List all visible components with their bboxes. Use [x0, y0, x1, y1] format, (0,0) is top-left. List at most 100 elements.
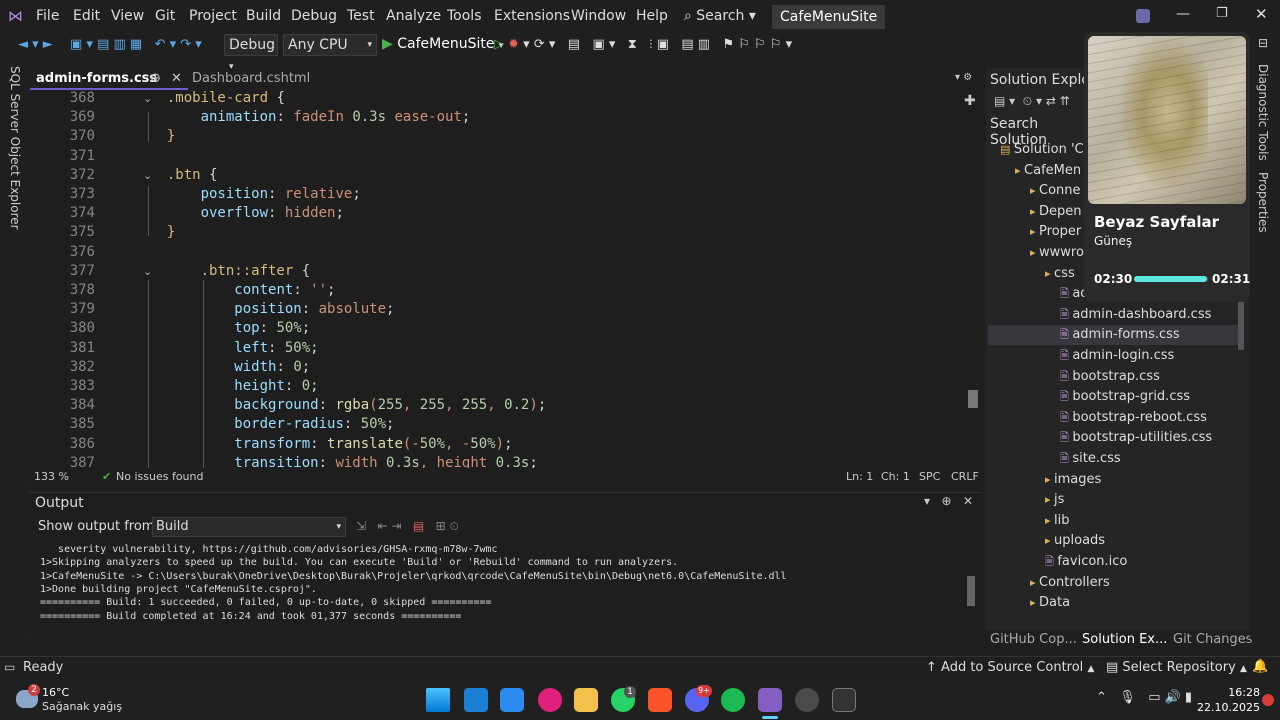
tree-item[interactable]: ▸ css	[1045, 264, 1075, 284]
azure-data-studio-icon[interactable]	[500, 688, 524, 712]
tree-item[interactable]: 🗎 bootstrap-grid.css	[1060, 387, 1190, 407]
menu-project[interactable]: Project	[182, 0, 244, 32]
toolbar-icons-right[interactable]: ▷ ✹ ▾ ⟳ ▾ ▤ ▣ ▾ ⧗ ⫶ ▣ ▤ ▥ ⚑ ⚐ ⚐ ⚐ ▾	[494, 36, 792, 54]
tab-dashboard[interactable]: Dashboard.cshtml	[192, 68, 342, 90]
zoom-level[interactable]: 133 %	[34, 468, 69, 486]
tree-item[interactable]: ▸ images	[1045, 470, 1101, 490]
code-line[interactable]: transform: translate(-50%, -50%);	[150, 436, 512, 452]
properties-tab[interactable]: Properties	[1252, 172, 1272, 236]
tree-item[interactable]: ▸ Controllers	[1030, 573, 1110, 593]
visual-studio-icon[interactable]	[758, 688, 782, 712]
fold-toggle-icon[interactable]: ⌄	[143, 92, 152, 105]
output-scrollbar-thumb[interactable]	[967, 576, 975, 606]
start-icon[interactable]	[426, 688, 450, 712]
menu-file[interactable]: File	[29, 0, 66, 32]
menu-git[interactable]: Git	[148, 0, 182, 32]
tab-overflow-icon[interactable]: ▾ ⚙	[955, 72, 972, 83]
notifications-icon[interactable]: 🔔	[1252, 659, 1268, 674]
brave-icon[interactable]	[648, 688, 672, 712]
sql-server-object-explorer-tab[interactable]: SQL Server Object Explorer	[6, 66, 24, 230]
menu-tools[interactable]: Tools	[440, 0, 489, 32]
code-line[interactable]: border-radius: 50%;	[150, 416, 394, 432]
tree-item[interactable]: ▸ Data	[1030, 593, 1070, 613]
solution-toolbar-icons[interactable]: ▤ ▾ ⏲ ▾ ⇄ ⇈	[994, 94, 1070, 109]
add-to-source-control-button[interactable]: ↑ Add to Source Control ▲	[926, 660, 1094, 675]
code-line[interactable]: content: '';	[150, 282, 335, 298]
scrollbar-thumb[interactable]	[968, 390, 978, 408]
code-line[interactable]: height: 0;	[150, 378, 318, 394]
tree-item[interactable]: ▸ uploads	[1045, 531, 1105, 551]
menu-edit[interactable]: Edit	[66, 0, 107, 32]
tree-item[interactable]: 🗎 bootstrap-reboot.css	[1060, 408, 1207, 428]
line-ending[interactable]: CRLF	[951, 468, 979, 486]
code-line[interactable]: left: 50%;	[150, 340, 318, 356]
run-button[interactable]: ▶ CafeMenuSite ▾	[382, 34, 503, 56]
clock-date[interactable]: 22.10.2025	[1190, 701, 1260, 714]
menu-window[interactable]: Window	[564, 0, 633, 32]
tab-github-copilot[interactable]: GitHub Cop...	[990, 632, 1077, 647]
media-player-widget[interactable]: Beyaz Sayfalar Güneş 02:30 02:31	[1084, 32, 1250, 302]
tree-item[interactable]: ▸ CafeMen	[1015, 161, 1081, 181]
menu-analyze[interactable]: Analyze	[379, 0, 448, 32]
code-line[interactable]: top: 50%;	[150, 320, 310, 336]
media-app-icon[interactable]	[538, 688, 562, 712]
code-line[interactable]: }	[150, 128, 175, 144]
tree-item[interactable]: ▸ js	[1045, 490, 1064, 510]
vscode-icon[interactable]	[464, 688, 488, 712]
editor-scrollbar[interactable]	[968, 112, 980, 468]
vs-logo-icon[interactable]: ⋈	[8, 8, 26, 24]
tab-solution-explorer[interactable]: Solution Ex...	[1082, 632, 1167, 647]
maximize-button[interactable]: ❐	[1216, 6, 1228, 21]
code-line[interactable]: position: absolute;	[150, 301, 394, 317]
fold-toggle-icon[interactable]: ⌄	[143, 265, 152, 278]
configuration-select[interactable]: Debug ▾	[224, 34, 278, 72]
output-toolbar-icons[interactable]: ⇲ ⇤ ⇥ ▤ ⊞ ⏲	[356, 519, 459, 534]
code-line[interactable]: .btn::after {	[150, 263, 311, 279]
toolbar-icons-left[interactable]: ▣ ▾ ▤ ▥ ▦ ↶ ▾ ↷ ▾	[70, 36, 202, 54]
tree-item[interactable]: 🗎 admin-dashboard.css	[1060, 305, 1211, 325]
weather-widget[interactable]: 2 16°C Sağanak yağış	[14, 684, 134, 718]
spotify-icon[interactable]	[721, 688, 745, 712]
tree-item[interactable]: 🗎 site.css	[1060, 449, 1121, 469]
code-line[interactable]: .btn {	[150, 167, 218, 183]
file-explorer-icon[interactable]	[574, 688, 598, 712]
tree-item[interactable]: ▸ lib	[1045, 511, 1070, 531]
tree-item[interactable]: ▸ Proper	[1030, 222, 1081, 242]
clock-time[interactable]: 16:28	[1210, 686, 1260, 699]
chrome-icon[interactable]	[795, 688, 819, 712]
minimize-button[interactable]: —	[1176, 6, 1190, 22]
code-line[interactable]: width: 0;	[150, 359, 310, 375]
back-forward-icons[interactable]: ◄ ▾ ►	[18, 36, 53, 54]
menu-test[interactable]: Test	[340, 0, 382, 32]
menu-build[interactable]: Build	[239, 0, 288, 32]
code-line[interactable]: .mobile-card {	[150, 90, 285, 106]
account-icon[interactable]	[1136, 9, 1150, 23]
output-source-select[interactable]: Build ▾	[152, 517, 346, 537]
tree-item[interactable]: 🗎 admin-forms.css	[988, 325, 1238, 346]
solution-search-input[interactable]: Search Solution	[990, 116, 1090, 148]
indent-mode[interactable]: SPC	[919, 468, 940, 486]
code-line[interactable]: overflow: hidden;	[150, 205, 344, 221]
close-window-button[interactable]: ✕	[1255, 5, 1268, 23]
code-line[interactable]: animation: fadeIn 0.3s ease-out;	[150, 109, 471, 125]
tree-item[interactable]: ▤ Solution 'Ca	[1000, 140, 1092, 160]
tree-item[interactable]: 🗎 bootstrap-utilities.css	[1060, 428, 1212, 448]
terminal-icon[interactable]	[832, 688, 856, 712]
add-split-icon[interactable]: ✚	[964, 93, 976, 109]
tree-item[interactable]: ▸ Depen	[1030, 202, 1082, 222]
menu-help[interactable]: Help	[629, 0, 675, 32]
tab-admin-forms[interactable]: admin-forms.css ⊕ ✕	[30, 68, 188, 90]
close-tab-icon[interactable]: ✕	[171, 68, 182, 90]
search-box[interactable]: ⌕ Search ▾	[684, 6, 756, 26]
issues-text[interactable]: No issues found	[116, 468, 203, 486]
code-line[interactable]: position: relative;	[150, 186, 361, 202]
menu-view[interactable]: View	[104, 0, 151, 32]
tray-icons[interactable]: ⌃ 🎙 ▭ 🔊 ▮	[1096, 690, 1192, 705]
menu-debug[interactable]: Debug	[284, 0, 344, 32]
code-line[interactable]: }	[150, 224, 175, 240]
tree-item[interactable]: ▸ Conne	[1030, 181, 1081, 201]
code-line[interactable]: background: rgba(255, 255, 255, 0.2);	[150, 397, 546, 413]
select-repository-button[interactable]: ▤ Select Repository ▲	[1106, 660, 1247, 675]
fold-toggle-icon[interactable]: ⌄	[143, 169, 152, 182]
tree-item[interactable]: 🗎 bootstrap.css	[1060, 367, 1160, 387]
